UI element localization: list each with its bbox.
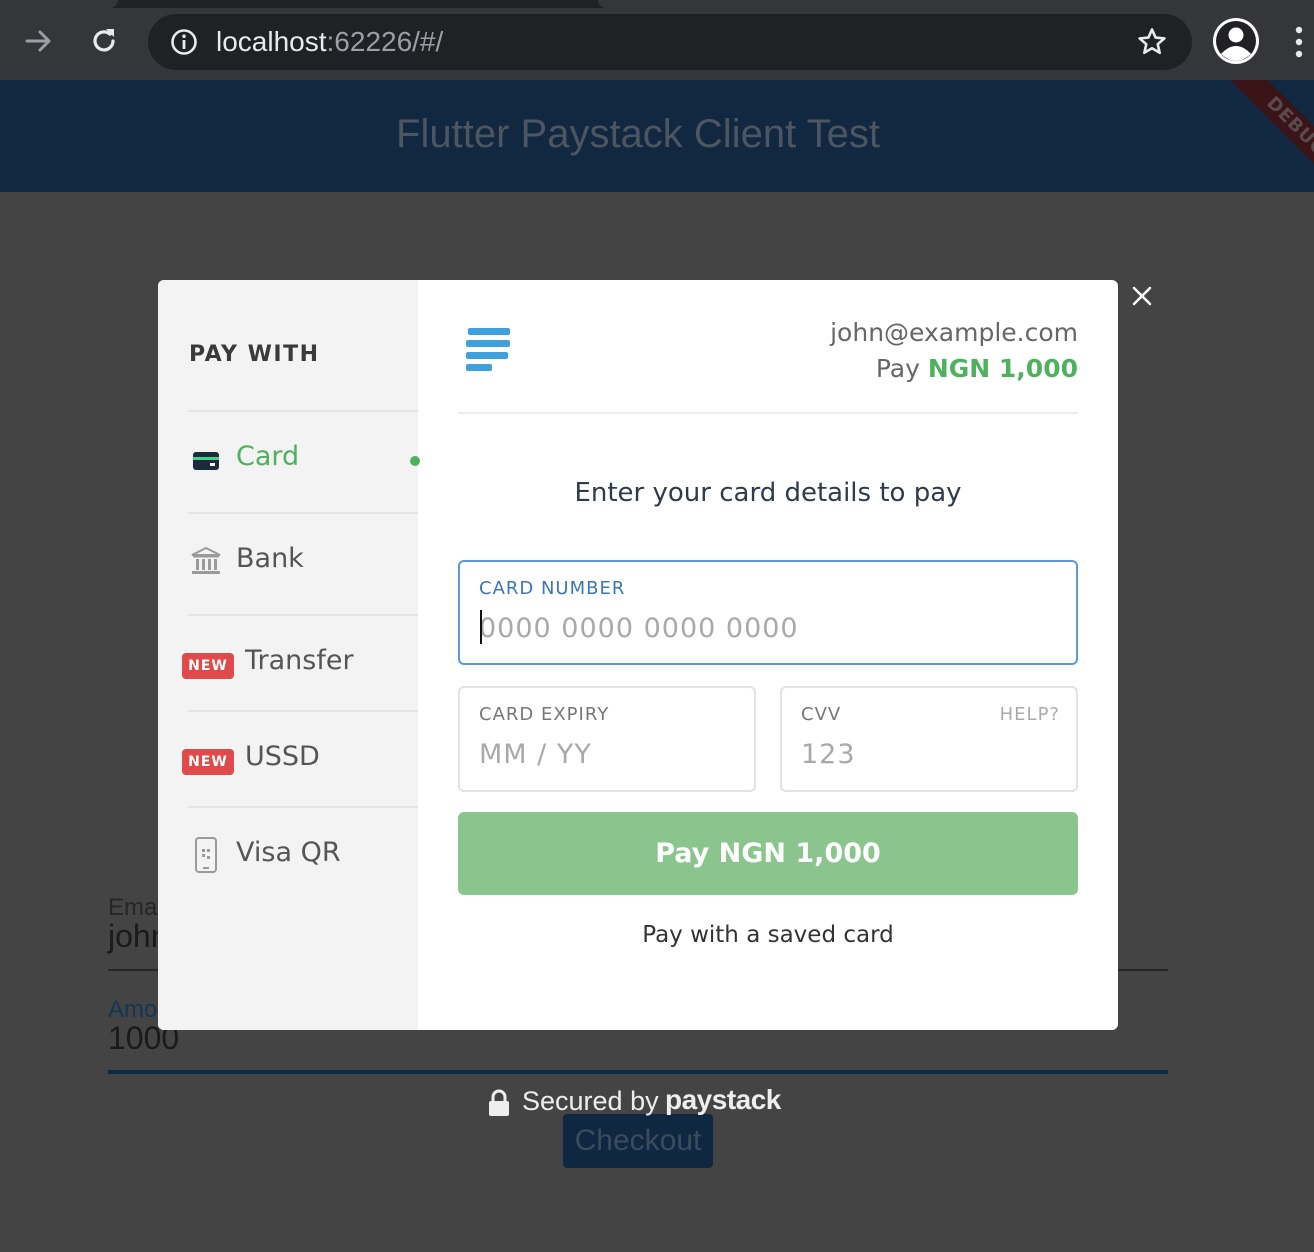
cvv-field[interactable]: CVV HELP? xyxy=(780,686,1078,792)
pay-amount: NGN 1,000 xyxy=(927,354,1078,383)
url-host: localhost xyxy=(216,26,327,57)
reload-button[interactable] xyxy=(81,18,127,64)
app-title: Flutter Paystack Client Test xyxy=(396,112,880,156)
pay-button[interactable]: Pay NGN 1,000 xyxy=(458,812,1078,895)
url-path: :62226/#/ xyxy=(326,26,444,57)
browser-toolbar: localhost:62226/#/ xyxy=(0,0,1314,80)
reload-icon xyxy=(93,29,115,52)
header-divider xyxy=(458,412,1078,414)
method-bank[interactable]: Bank xyxy=(158,513,418,613)
method-label: USSD xyxy=(245,741,320,772)
pay-with-heading: PAY WITH xyxy=(189,342,320,367)
payment-methods-sidebar: PAY WITH Card Bank NEW Transfer NEW USSD… xyxy=(158,280,418,1030)
new-badge: NEW xyxy=(182,749,234,775)
forward-button[interactable] xyxy=(16,18,62,64)
card-number-field[interactable]: CARD NUMBER xyxy=(458,560,1078,665)
method-visa-qr[interactable]: Visa QR xyxy=(158,807,418,907)
browser-tab[interactable] xyxy=(0,0,118,8)
credit-card-icon xyxy=(193,452,219,470)
qr-phone-icon xyxy=(195,837,217,873)
pay-amount-summary: Pay NGN 1,000 xyxy=(876,354,1078,383)
method-transfer[interactable]: NEW Transfer xyxy=(158,615,418,715)
instruction-text: Enter your card details to pay xyxy=(574,478,962,508)
paystack-logo-icon xyxy=(466,328,510,371)
checkout-button[interactable]: Checkout xyxy=(563,1114,713,1168)
pay-with-saved-card-link[interactable]: Pay with a saved card xyxy=(458,922,1078,948)
card-number-label: CARD NUMBER xyxy=(479,578,626,599)
secured-by-text: Secured by xyxy=(522,1086,659,1116)
new-badge: NEW xyxy=(182,653,234,679)
paystack-brand: paystack xyxy=(665,1084,781,1115)
url-text[interactable]: localhost:62226/#/ xyxy=(216,25,443,59)
method-label: Bank xyxy=(236,543,304,574)
app-bar: Flutter Paystack Client Test DEBUG xyxy=(0,80,1314,192)
close-icon[interactable] xyxy=(1126,280,1158,312)
star-icon[interactable] xyxy=(1136,26,1168,58)
card-number-input[interactable] xyxy=(479,608,1039,648)
payment-modal: PAY WITH Card Bank NEW Transfer NEW USSD… xyxy=(158,280,1118,1030)
bank-icon xyxy=(191,546,221,574)
card-expiry-label: CARD EXPIRY xyxy=(479,704,610,725)
method-label: Card xyxy=(236,441,300,472)
card-expiry-input[interactable] xyxy=(479,734,729,774)
tab-strip xyxy=(0,0,1314,8)
arrow-right-icon xyxy=(25,30,51,52)
card-expiry-field[interactable]: CARD EXPIRY xyxy=(458,686,756,792)
method-label: Visa QR xyxy=(236,837,341,868)
more-menu-icon[interactable] xyxy=(1284,22,1314,62)
browser-tab[interactable] xyxy=(598,0,1314,8)
profile-avatar[interactable] xyxy=(1213,18,1259,64)
person-icon xyxy=(1216,21,1256,61)
payment-form: john@example.com Pay NGN 1,000 Enter you… xyxy=(418,280,1118,1030)
cvv-label: CVV xyxy=(801,704,842,725)
cvv-help-link[interactable]: HELP? xyxy=(1000,704,1060,725)
info-icon[interactable] xyxy=(170,28,198,56)
method-label: Transfer xyxy=(245,645,354,676)
cvv-input[interactable] xyxy=(801,734,1051,774)
method-ussd[interactable]: NEW USSD xyxy=(158,711,418,811)
lock-icon xyxy=(489,1089,509,1116)
address-bar[interactable]: localhost:62226/#/ xyxy=(148,14,1192,70)
text-caret xyxy=(480,610,482,644)
pay-prefix: Pay xyxy=(875,354,920,383)
amount-field-underline xyxy=(108,1070,1168,1074)
customer-email: john@example.com xyxy=(830,318,1078,347)
method-card[interactable]: Card xyxy=(158,411,418,511)
